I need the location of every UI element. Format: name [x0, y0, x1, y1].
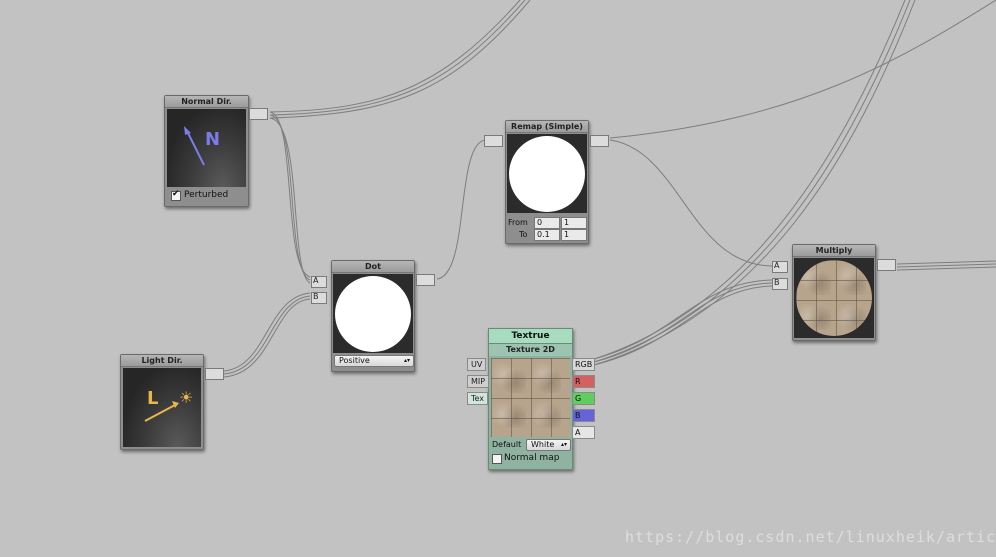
normal-dir-title: Normal Dir. [165, 96, 248, 108]
normal-map-checkbox[interactable] [492, 454, 502, 464]
normal-dir-output-port[interactable] [249, 108, 268, 120]
remap-to-max-field[interactable]: 1 [561, 229, 587, 241]
dot-output-port[interactable] [416, 274, 435, 286]
normal-map-label: Normal map [504, 453, 560, 463]
dot-preview-circle [335, 276, 411, 352]
remap-preview [507, 134, 587, 213]
wire-normal-top-2 [269, 0, 526, 116]
wire-multiply-out [896, 260, 996, 265]
dot-node[interactable]: Dot Positive ▴▾ A B [311, 260, 435, 372]
wire-remap-top [609, 0, 996, 139]
remap-title: Remap (Simple) [506, 121, 588, 133]
texture-output-r[interactable]: R [572, 375, 595, 388]
perturbed-label: Perturbed [184, 190, 229, 200]
remap-from-label: From [508, 218, 528, 227]
multiply-input-b-label: B [774, 278, 780, 287]
remap-preview-circle [509, 136, 585, 212]
light-arrow-icon [144, 401, 179, 422]
dot-preview [333, 274, 413, 353]
wire-multiply-out-3 [896, 266, 996, 271]
wire-light-dot [223, 295, 311, 375]
texture-input-tex[interactable]: Tex [467, 392, 489, 405]
wire-light-dot-3 [223, 292, 311, 372]
light-dir-preview: L ☀ [123, 368, 201, 447]
dot-title: Dot [332, 261, 414, 273]
texture-output-g[interactable]: G [572, 392, 595, 405]
wire-dot-remap [436, 139, 486, 280]
wire-normal-dot-3 [269, 111, 311, 278]
texture-node[interactable]: Textrue Texture 2D Default White ▴▾ Norm… [488, 328, 573, 470]
dot-mode-value: Positive [339, 356, 370, 365]
multiply-output-port[interactable] [877, 259, 896, 271]
check-icon: ✔ [172, 189, 180, 199]
normal-glyph: N [205, 129, 221, 150]
remap-node[interactable]: Remap (Simple) From 0 1 To 0.1 1 [484, 120, 609, 244]
multiply-title: Multiply [793, 245, 875, 257]
multiply-node[interactable]: Multiply A B [772, 244, 896, 341]
light-glyph: L [147, 388, 159, 409]
watermark: https://blog.csdn.net/linuxheik/article [625, 528, 996, 546]
normal-dir-preview: N [167, 109, 246, 187]
remap-output-port[interactable] [590, 135, 609, 147]
texture-output-a[interactable]: A [572, 426, 595, 439]
texture-title: Texture 2D [489, 344, 572, 356]
remap-to-min-field[interactable]: 0.1 [534, 229, 560, 241]
remap-from-min-field[interactable]: 0 [534, 217, 560, 229]
remap-to-label: To [519, 230, 528, 239]
remap-input-port[interactable] [484, 135, 503, 147]
perturbed-checkbox[interactable]: ✔ [171, 189, 181, 201]
wire-multiply-out-2 [896, 263, 996, 268]
multiply-preview [794, 258, 874, 338]
texture-default-dropdown[interactable]: White ▴▾ [526, 439, 571, 451]
light-dir-output-port[interactable] [205, 368, 224, 380]
texture-input-mip[interactable]: MIP [467, 375, 490, 388]
light-dir-title: Light Dir. [121, 355, 203, 367]
texture-default-label: Default [492, 440, 522, 449]
light-dir-node[interactable]: Light Dir. L ☀ [120, 354, 224, 450]
dot-mode-dropdown[interactable]: Positive ▴▾ [334, 355, 414, 367]
dot-input-b-label: B [313, 292, 319, 301]
wire-remap-multiply [609, 139, 773, 267]
texture-output-b[interactable]: B [572, 409, 595, 422]
multiply-input-a-label: A [774, 261, 780, 270]
dot-input-a-label: A [313, 276, 319, 285]
wire-normal-top [269, 0, 521, 113]
dropdown-arrow-icon: ▴▾ [403, 357, 410, 364]
remap-from-max-field[interactable]: 1 [561, 217, 587, 229]
multiply-preview-circle [796, 260, 872, 336]
normal-dir-node[interactable]: Normal Dir. N ✔ Perturbed [164, 95, 268, 207]
dropdown-arrow-icon: ▴▾ [560, 441, 567, 448]
texture-preview [491, 358, 570, 437]
texture-name-field[interactable]: Textrue [489, 329, 572, 344]
texture-output-rgb[interactable]: RGB [572, 358, 595, 371]
texture-default-value: White [531, 440, 555, 449]
wire-normal-top-3 [269, 0, 531, 119]
texture-input-uv[interactable]: UV [467, 358, 487, 371]
sun-icon: ☀ [179, 388, 194, 407]
